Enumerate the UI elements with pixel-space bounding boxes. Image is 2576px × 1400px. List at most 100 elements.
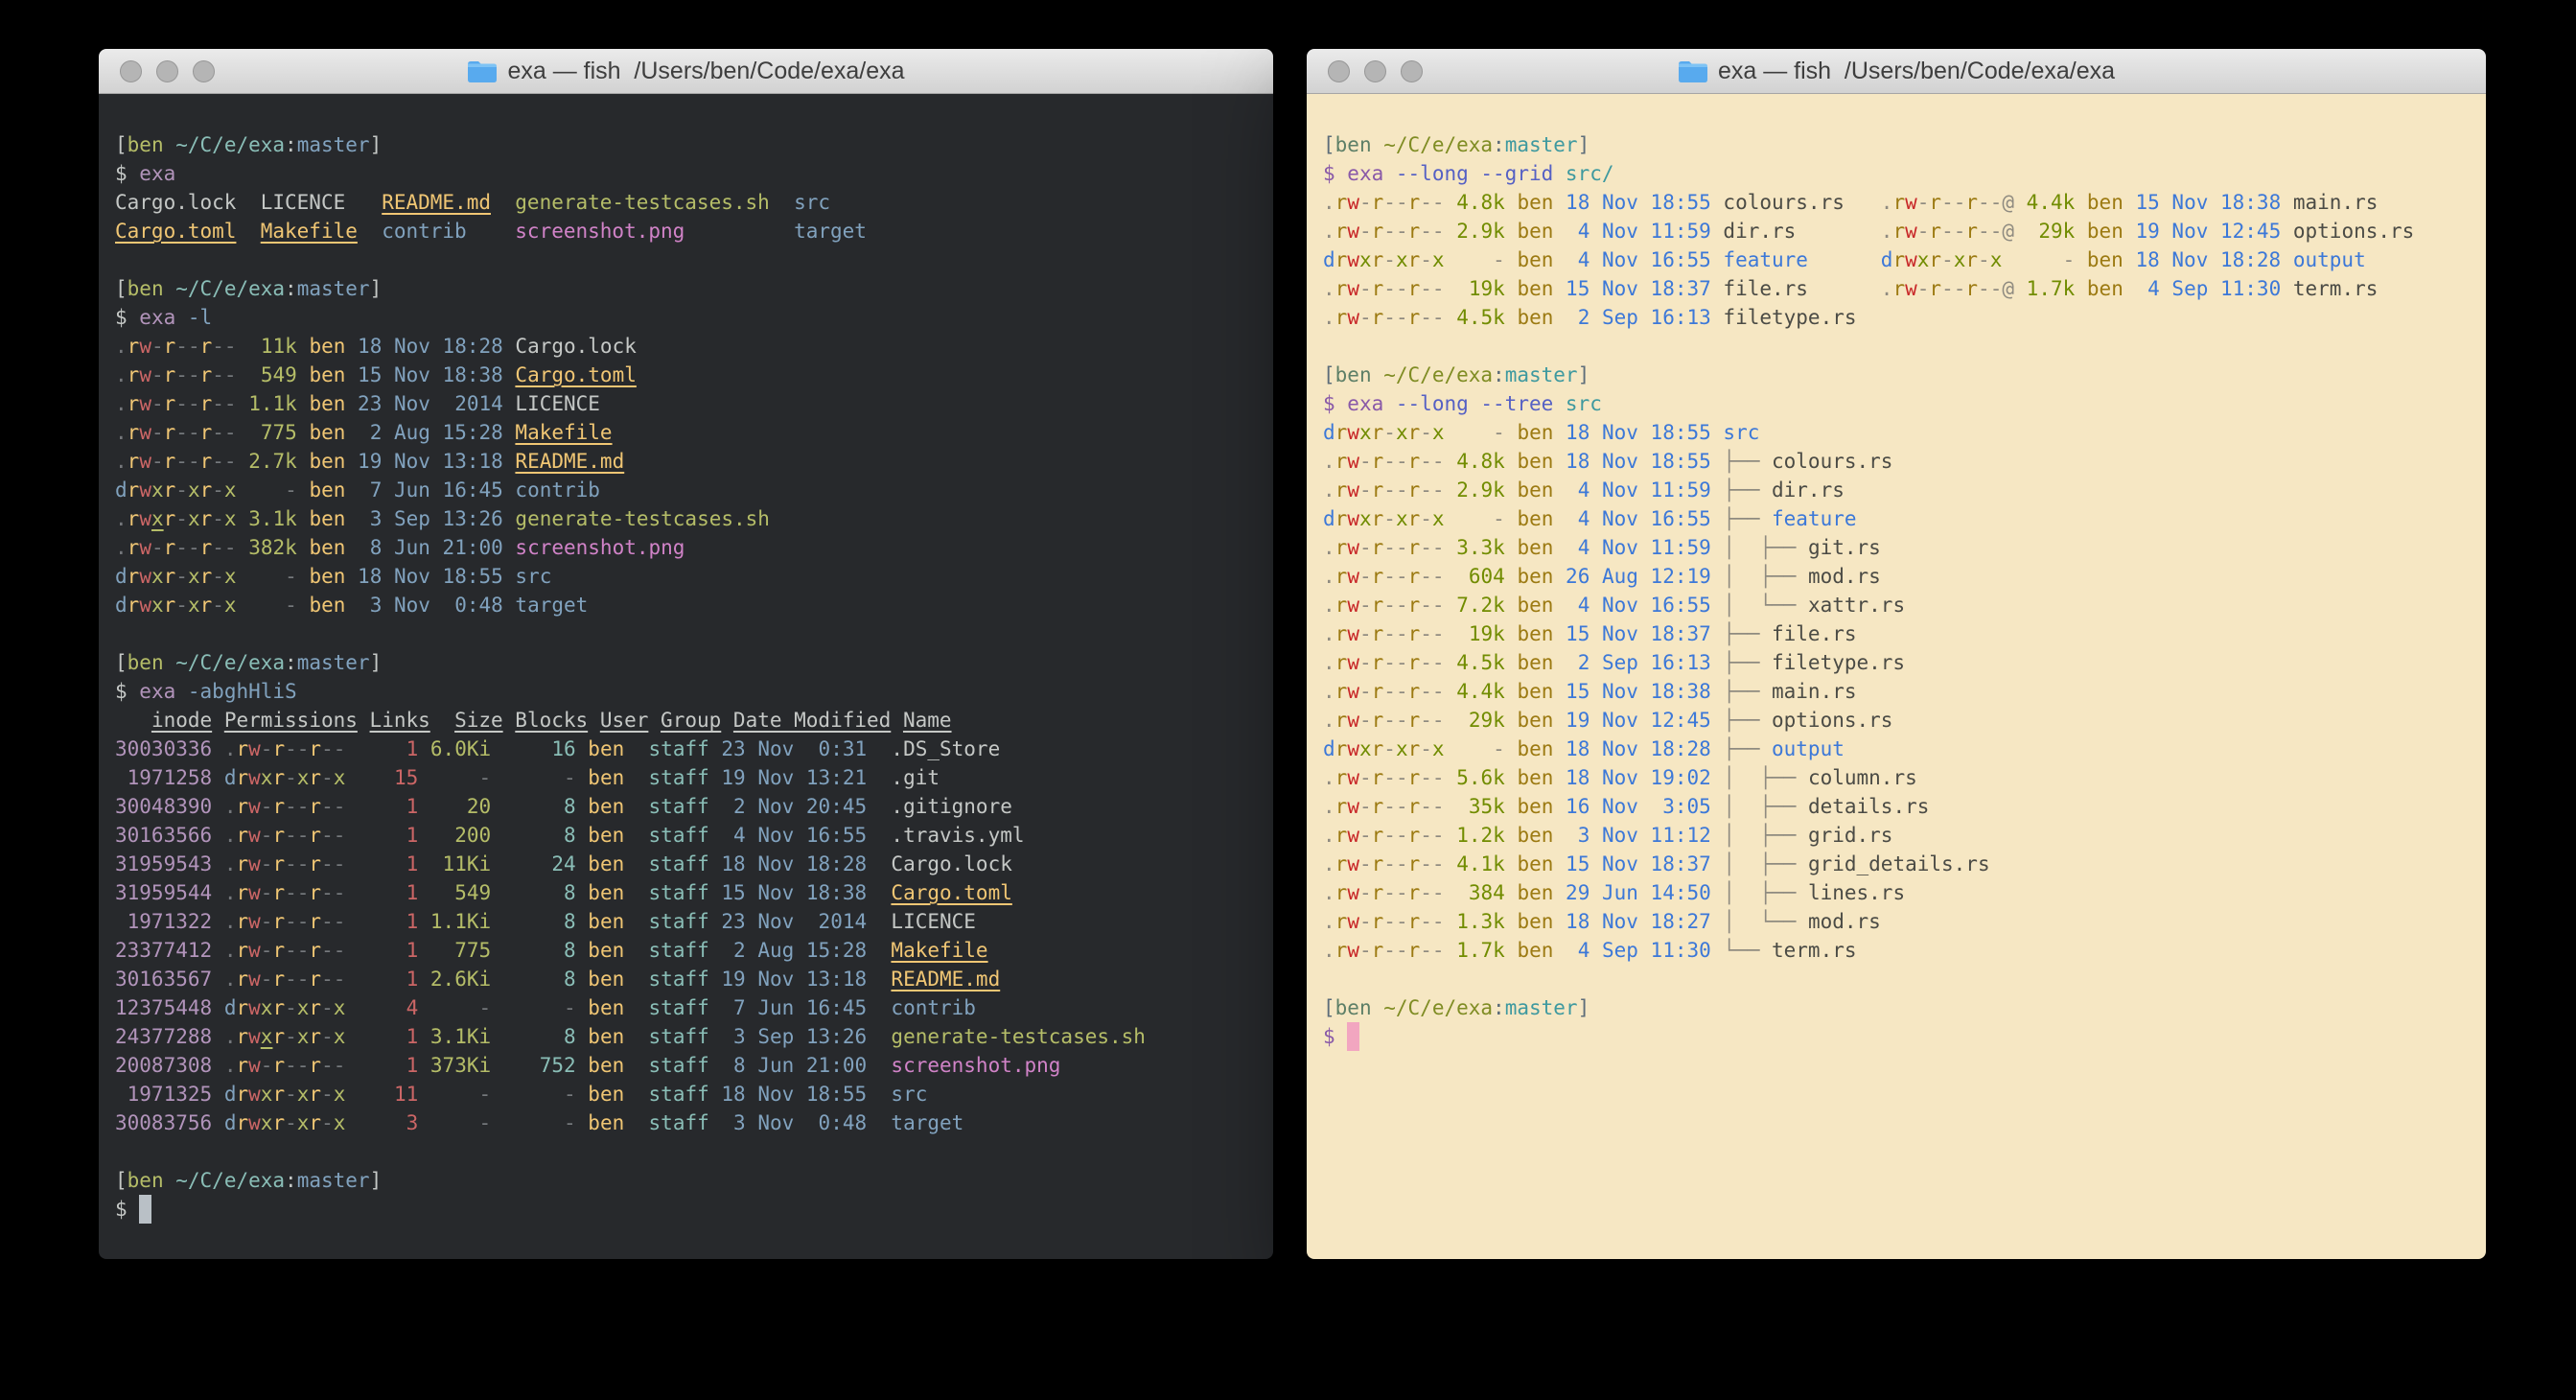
- text-segment: ben: [1517, 248, 1553, 271]
- text-segment: [2281, 248, 2293, 271]
- text-segment: [637, 1083, 649, 1106]
- permission-char: -: [151, 536, 164, 559]
- text-segment: [418, 824, 430, 847]
- permission-char: -: [321, 968, 334, 991]
- zoom-button[interactable]: [193, 60, 215, 82]
- permission-char: r: [1372, 594, 1384, 617]
- permission-char: -: [321, 910, 334, 933]
- text-segment: [576, 910, 589, 933]
- text-segment: [212, 766, 224, 789]
- permission-char: w: [248, 1025, 261, 1048]
- titlebar[interactable]: exa — fish /Users/ben/Code/exa/exa: [99, 49, 1273, 94]
- terminal-line: .rw-r--r-- 604 ben 26 Aug 12:19 │ ├── mo…: [1323, 562, 2470, 591]
- permission-char: w: [1347, 421, 1359, 444]
- permission-char: -: [1978, 191, 1990, 214]
- text-segment: [1505, 622, 1518, 645]
- permission-char: r: [1372, 881, 1384, 904]
- folder-icon[interactable]: [467, 58, 498, 83]
- text-segment: 26 Aug 12:19: [1566, 565, 1711, 588]
- permission-char: w: [139, 565, 151, 588]
- text-segment: [1445, 852, 1457, 875]
- terminal-line: [ben ~/C/e/exa:master]: [115, 648, 1257, 677]
- text-segment: ben: [309, 507, 345, 530]
- text-segment: [237, 363, 249, 386]
- text-segment: [164, 133, 176, 156]
- permission-char: r: [1372, 248, 1384, 271]
- text-segment: [: [115, 651, 128, 674]
- minimize-button[interactable]: [1364, 60, 1386, 82]
- permission-char: -: [1396, 766, 1408, 789]
- permission-char: r: [200, 421, 213, 444]
- permission-char: -: [1359, 766, 1372, 789]
- permission-char: r: [164, 363, 176, 386]
- text-segment: [345, 1054, 358, 1077]
- text-segment: 4 Nov 16:55: [1566, 594, 1711, 617]
- text-segment: 1971258: [115, 766, 212, 789]
- permission-char: -: [261, 881, 273, 904]
- permission-char: .: [1323, 852, 1335, 875]
- permission-char: -: [212, 507, 224, 530]
- permission-char: w: [139, 392, 151, 415]
- text-segment: -: [1456, 421, 1505, 444]
- close-button[interactable]: [1328, 60, 1350, 82]
- text-segment: ben: [588, 1054, 637, 1077]
- terminal-line: .rw-r--r-- 35k ben 16 Nov 3:05 │ ├── det…: [1323, 792, 2470, 821]
- permission-char: -: [1396, 478, 1408, 502]
- text-segment: 384: [1456, 881, 1505, 904]
- text-segment: Cargo.toml: [115, 220, 236, 243]
- text-segment: [297, 421, 310, 444]
- permission-char: r: [309, 996, 321, 1019]
- terminal-line: .rw-r--r-- 384 ben 29 Jun 14:50 │ ├── li…: [1323, 878, 2470, 907]
- text-segment: │ ├──: [1723, 824, 1808, 847]
- permission-char: -: [212, 536, 224, 559]
- permission-char: x: [1359, 507, 1372, 530]
- text-segment: [2123, 220, 2136, 243]
- text-segment: 775: [248, 421, 297, 444]
- permission-char: -: [1383, 939, 1396, 962]
- text-segment: exa: [139, 680, 175, 703]
- permission-char: r: [1335, 220, 1348, 243]
- text-segment: [1445, 565, 1457, 588]
- text-segment: [1796, 220, 1881, 243]
- terminal-window-light: exa — fish /Users/ben/Code/exa/exa [ben …: [1307, 49, 2486, 1259]
- text-segment: [709, 881, 722, 904]
- permission-char: r: [1372, 795, 1384, 818]
- text-segment: [867, 795, 891, 818]
- text-segment: [1445, 910, 1457, 933]
- text-segment: 3 Nov 11:12: [1566, 824, 1711, 847]
- permission-char: -: [1359, 709, 1372, 732]
- text-segment: ben: [588, 910, 637, 933]
- text-segment: [212, 737, 224, 760]
- text-segment: [297, 363, 310, 386]
- text-segment: [1445, 881, 1457, 904]
- permission-char: -: [1396, 622, 1408, 645]
- permission-char: -: [1432, 478, 1445, 502]
- close-button[interactable]: [120, 60, 142, 82]
- permission-char: d: [224, 766, 237, 789]
- text-segment: │ ├──: [1723, 536, 1808, 559]
- text-segment: │ ├──: [1723, 795, 1808, 818]
- text-segment: file.rs: [1772, 622, 1857, 645]
- folder-icon[interactable]: [1678, 58, 1708, 83]
- text-segment: src: [891, 1083, 927, 1106]
- text-segment: grid_details.rs: [1808, 852, 1990, 875]
- text-segment: [345, 335, 358, 358]
- terminal-output-dark[interactable]: [ben ~/C/e/exa:master]$ exaCargo.lock LI…: [99, 94, 1273, 1259]
- permission-char: -: [1420, 191, 1432, 214]
- text-segment: [175, 680, 188, 703]
- minimize-button[interactable]: [156, 60, 178, 82]
- terminal-line: .rw-r--r-- 4.5k ben 2 Sep 16:13 ├── file…: [1323, 648, 2470, 677]
- text-segment: [1553, 565, 1566, 588]
- text-segment: screenshot.png: [515, 536, 685, 559]
- text-segment: -: [1456, 737, 1505, 760]
- text-segment: [1505, 536, 1518, 559]
- titlebar[interactable]: exa — fish /Users/ben/Code/exa/exa: [1307, 49, 2486, 94]
- text-segment: -: [248, 594, 297, 617]
- terminal-line: Cargo.lock LICENCE README.md generate-te…: [115, 188, 1257, 217]
- zoom-button[interactable]: [1401, 60, 1423, 82]
- terminal-output-light[interactable]: [ben ~/C/e/exa:master]$ exa --long --gri…: [1307, 94, 2486, 1259]
- text-segment: 4 Nov 16:55: [1566, 248, 1711, 271]
- permission-char: r: [1372, 191, 1384, 214]
- terminal-line: .rw-r--r-- 1.7k ben 4 Sep 11:30 └── term…: [1323, 936, 2470, 965]
- text-segment: ben: [1517, 852, 1553, 875]
